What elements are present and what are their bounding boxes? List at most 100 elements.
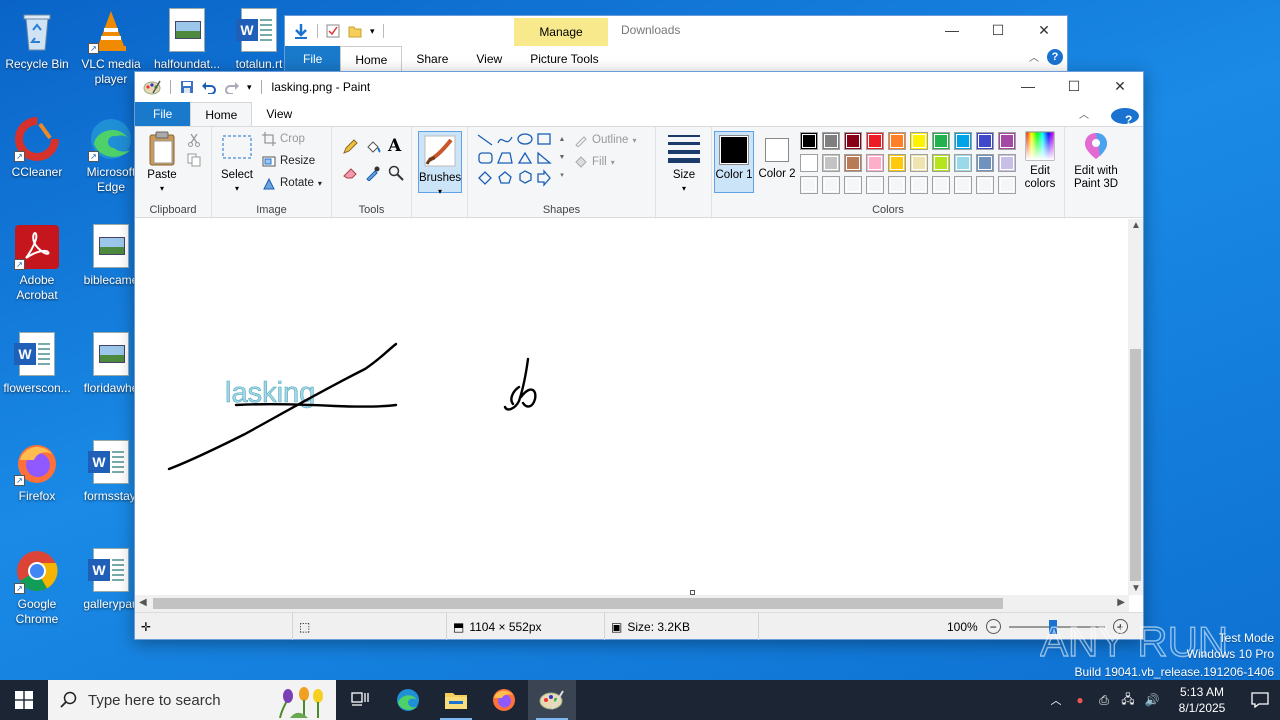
- usb-icon[interactable]: ⎙: [1092, 693, 1116, 708]
- palette-custom-slot[interactable]: [998, 176, 1016, 194]
- color-picker-icon[interactable]: [365, 165, 381, 182]
- redo-icon[interactable]: [224, 80, 240, 94]
- shapes-scroll[interactable]: ▲ ▼ ▾: [558, 131, 566, 187]
- color1-button[interactable]: Color 1: [714, 131, 754, 193]
- fill-button[interactable]: Fill ▾: [574, 155, 615, 169]
- palette-color[interactable]: [932, 154, 950, 172]
- task-view-button[interactable]: [336, 680, 384, 720]
- palette-custom-slot[interactable]: [800, 176, 818, 194]
- horizontal-scrollbar[interactable]: ◀ ▶: [135, 595, 1129, 612]
- paint-titlebar[interactable]: ▾ lasking.png - Paint — ☐ ✕: [135, 72, 1143, 102]
- help-icon[interactable]: ?: [1047, 49, 1063, 65]
- paint-window[interactable]: ▾ lasking.png - Paint — ☐ ✕ File Home Vi…: [134, 71, 1144, 640]
- palette-color[interactable]: [910, 132, 928, 150]
- explorer-tab-share[interactable]: Share: [402, 46, 462, 72]
- paint-tab-view[interactable]: View: [252, 102, 306, 126]
- outline-button[interactable]: Outline ▾: [574, 133, 636, 148]
- palette-color[interactable]: [954, 132, 972, 150]
- taskbar-file-explorer[interactable]: [432, 680, 480, 720]
- edit-colors-button[interactable]: Edit colors: [1020, 131, 1060, 191]
- text-tool-icon[interactable]: A: [388, 136, 401, 156]
- palette-color[interactable]: [954, 154, 972, 172]
- scroll-up-icon[interactable]: ▲: [1131, 220, 1141, 231]
- resize-button[interactable]: Resize: [262, 154, 315, 168]
- eraser-icon[interactable]: [342, 165, 358, 181]
- fill-bucket-icon[interactable]: [365, 139, 381, 155]
- select-button[interactable]: Select ▾: [218, 131, 256, 195]
- canvas-area[interactable]: lasking: [135, 219, 1129, 595]
- ccleaner-tray-icon[interactable]: ●: [1068, 693, 1092, 707]
- palette-color[interactable]: [998, 132, 1016, 150]
- close-icon[interactable]: ✕: [1097, 72, 1143, 100]
- minimize-icon[interactable]: —: [929, 16, 975, 44]
- action-center-button[interactable]: [1240, 692, 1280, 708]
- palette-color[interactable]: [998, 154, 1016, 172]
- explorer-tab-home[interactable]: Home: [340, 46, 403, 72]
- taskbar-search-box[interactable]: Type here to search: [48, 680, 336, 720]
- palette-custom-slot[interactable]: [954, 176, 972, 194]
- copy-icon[interactable]: [187, 153, 201, 167]
- rotate-button[interactable]: Rotate ▾: [262, 176, 322, 190]
- scroll-right-icon[interactable]: ▶: [1117, 597, 1125, 608]
- close-icon[interactable]: ✕: [1021, 16, 1067, 44]
- desktop-icon-halfoundat[interactable]: halfoundat...: [150, 8, 224, 72]
- scroll-left-icon[interactable]: ◀: [139, 597, 147, 608]
- palette-color[interactable]: [800, 154, 818, 172]
- vertical-scrollbar[interactable]: ▲ ▼: [1128, 219, 1143, 595]
- palette-color[interactable]: [800, 132, 818, 150]
- pencil-icon[interactable]: [342, 139, 358, 155]
- explorer-window[interactable]: ▾ Manage Downloads — ☐ ✕ File Home Share…: [284, 15, 1068, 75]
- crop-button[interactable]: Crop: [262, 132, 305, 146]
- volume-icon[interactable]: 🔊: [1140, 693, 1164, 707]
- palette-custom-slot[interactable]: [866, 176, 884, 194]
- explorer-manage-tab[interactable]: Manage: [514, 18, 608, 46]
- help-icon[interactable]: ?: [1111, 108, 1139, 127]
- taskbar-edge[interactable]: [384, 680, 432, 720]
- palette-custom-slot[interactable]: [976, 176, 994, 194]
- color2-button[interactable]: Color 2: [758, 131, 796, 181]
- network-icon[interactable]: 🖧: [1116, 690, 1140, 711]
- horizontal-scroll-thumb[interactable]: [153, 598, 1003, 609]
- magnifier-icon[interactable]: [388, 165, 404, 181]
- drawing-canvas[interactable]: lasking: [135, 219, 1129, 595]
- save-icon[interactable]: [180, 80, 194, 94]
- palette-custom-slot[interactable]: [888, 176, 906, 194]
- canvas-resize-handle[interactable]: [690, 590, 695, 595]
- palette-color[interactable]: [932, 132, 950, 150]
- explorer-tab-picture-tools[interactable]: Picture Tools: [516, 46, 612, 72]
- palette-color[interactable]: [822, 154, 840, 172]
- undo-icon[interactable]: [201, 80, 217, 94]
- maximize-icon[interactable]: ☐: [975, 16, 1021, 44]
- paint-tab-file[interactable]: File: [135, 102, 191, 126]
- size-button[interactable]: Size ▾: [662, 131, 706, 195]
- palette-custom-slot[interactable]: [822, 176, 840, 194]
- brushes-button[interactable]: Brushes ▾: [418, 131, 462, 196]
- palette-custom-slot[interactable]: [844, 176, 862, 194]
- taskbar-firefox[interactable]: [480, 680, 528, 720]
- desktop-icon-adobe-acrobat[interactable]: ↗ Adobe Acrobat: [0, 224, 74, 303]
- palette-color[interactable]: [910, 154, 928, 172]
- palette-color[interactable]: [976, 132, 994, 150]
- palette-color[interactable]: [844, 154, 862, 172]
- palette-custom-slot[interactable]: [932, 176, 950, 194]
- shapes-gallery[interactable]: [476, 131, 564, 189]
- vertical-scroll-thumb[interactable]: [1130, 349, 1141, 581]
- palette-custom-slot[interactable]: [910, 176, 928, 194]
- clock[interactable]: 5:13 AM 8/1/2025: [1164, 684, 1240, 716]
- paste-button[interactable]: Paste ▾: [141, 131, 183, 195]
- palette-color[interactable]: [844, 132, 862, 150]
- palette-color[interactable]: [976, 154, 994, 172]
- palette-color[interactable]: [888, 132, 906, 150]
- maximize-icon[interactable]: ☐: [1051, 72, 1097, 100]
- edit-with-paint3d-button[interactable]: Edit with Paint 3D: [1067, 131, 1125, 191]
- palette-color[interactable]: [822, 132, 840, 150]
- desktop-icon-firefox[interactable]: ↗ Firefox: [0, 440, 74, 504]
- desktop-icon-ccleaner[interactable]: ↗ CCleaner: [0, 116, 74, 180]
- desktop-icon-recycle-bin[interactable]: Recycle Bin: [0, 8, 74, 72]
- desktop-icon-flowerscon[interactable]: W flowerscon...: [0, 332, 74, 396]
- show-hidden-icons-icon[interactable]: ︿: [1044, 692, 1068, 708]
- taskbar-paint[interactable]: [528, 680, 576, 720]
- desktop-icon-google-chrome[interactable]: ↗ Google Chrome: [0, 548, 74, 627]
- qa-dropdown-icon[interactable]: ▾: [370, 26, 375, 37]
- qa-dropdown-icon[interactable]: ▾: [247, 82, 252, 93]
